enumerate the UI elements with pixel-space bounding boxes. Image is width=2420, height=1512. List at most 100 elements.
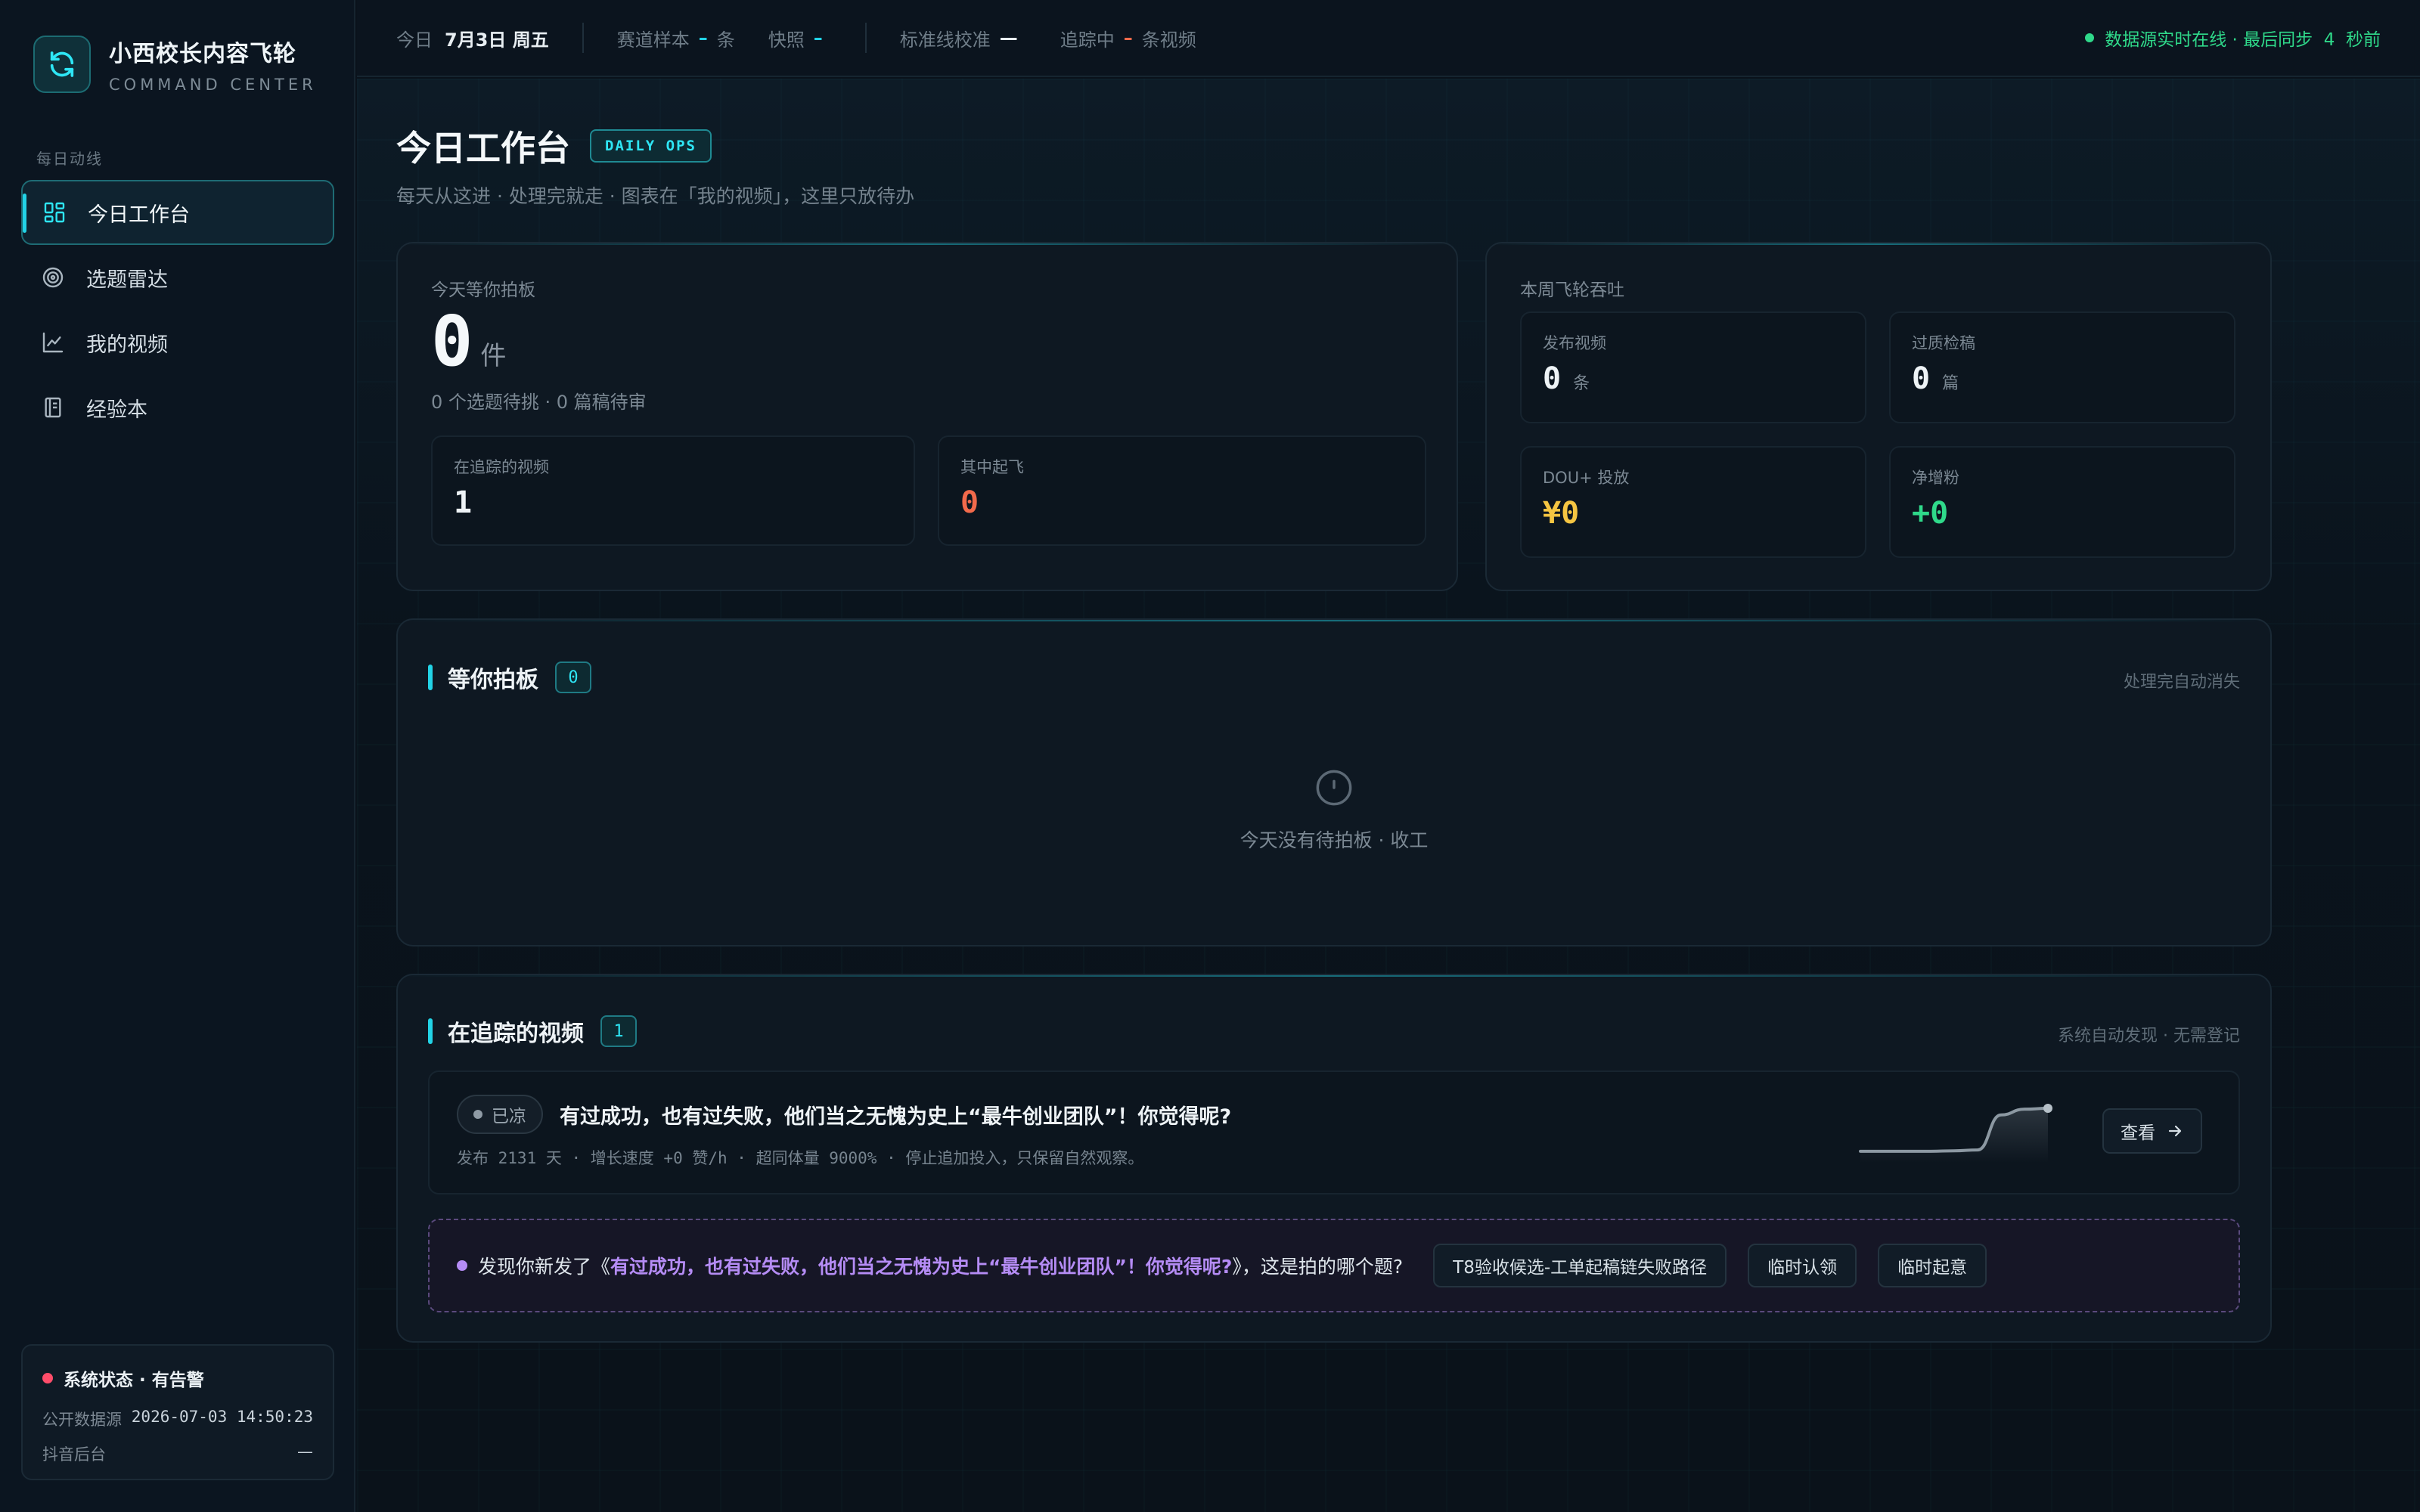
- system-status-card[interactable]: 系统状态 · 有告警 公开数据源 2026-07-03 14:50:23 抖音后…: [21, 1344, 334, 1480]
- net-fans-stat[interactable]: 净增粉 +0: [1889, 446, 2235, 558]
- topbar: 今日 7月3日 周五 赛道样本 – 条 快照 – 标准线校准 — 追踪中 – 条…: [357, 0, 2420, 77]
- snapshot-label: 快照: [768, 29, 805, 51]
- dashboard-icon: [44, 202, 65, 223]
- section-title: 等你拍板: [448, 667, 538, 693]
- option-label: 临时起意: [1897, 1258, 1968, 1278]
- today-decisions-label: 今天等你拍板: [431, 280, 535, 300]
- stat-number: 0: [1912, 361, 1931, 396]
- brand[interactable]: 小西校长内容飞轮 COMMAND CENTER: [33, 35, 317, 94]
- today-decisions-card: 今天等你拍板 0 件 0 个选题待挑 · 0 篇稿待审 在追踪的视频 1 其中起…: [396, 242, 1458, 591]
- discovery-text: 发现你新发了《有过成功，也有过失败，他们当之无愧为史上“最牛创业团队”！你觉得呢…: [478, 1252, 1403, 1279]
- count-badge: 0: [555, 662, 591, 693]
- status-row: 公开数据源 2026-07-03 14:50:23: [42, 1408, 313, 1430]
- brand-title: 小西校长内容飞轮: [109, 41, 296, 67]
- tracking-videos-stat[interactable]: 在追踪的视频 1: [431, 435, 915, 546]
- stat-value: 0: [960, 485, 979, 520]
- section-hint: 处理完自动消失: [2123, 673, 2240, 692]
- system-status-title: 系统状态 · 有告警: [64, 1371, 204, 1390]
- refresh-logo-icon: [33, 36, 91, 93]
- today-label: 今日: [396, 29, 433, 51]
- sidebar-item-dashboard[interactable]: 今日工作台: [21, 180, 334, 245]
- sidebar-item-label: 我的视频: [86, 333, 168, 357]
- video-title-line: 已凉 有过成功，也有过失败，他们当之无愧为史上“最牛创业团队”！你觉得呢?: [457, 1095, 1231, 1134]
- sidebar-item-my-videos[interactable]: 我的视频: [21, 310, 334, 375]
- brand-subtitle: COMMAND CENTER: [109, 76, 317, 94]
- page-header: 今日工作台 DAILY OPS: [396, 121, 712, 171]
- weekly-throughput-label: 本周飞轮吞吐: [1520, 280, 1624, 300]
- video-title: 有过成功，也有过失败，他们当之无愧为史上“最牛创业团队”！你觉得呢?: [560, 1105, 1232, 1129]
- topic-option-button[interactable]: T8验收候选-工单起稿链失败路径: [1433, 1244, 1727, 1287]
- count-badge: 1: [600, 1015, 637, 1047]
- sync-status: 数据源实时在线 · 最后同步 4 秒前: [2085, 25, 2381, 51]
- option-label: 临时认领: [1767, 1258, 1838, 1278]
- stat-value: 0篇: [1912, 361, 1959, 396]
- published-videos-stat[interactable]: 发布视频 0条: [1520, 311, 1866, 423]
- baseline-value: —: [999, 27, 1018, 48]
- radar-icon: [42, 267, 64, 288]
- stat-value: 1: [454, 485, 473, 520]
- stat-value: +0: [1912, 496, 1949, 531]
- section-hint: 系统自动发现 · 无需登记: [2058, 1027, 2240, 1046]
- sidebar-item-label: 选题雷达: [86, 268, 168, 292]
- accent-bar: [428, 665, 433, 690]
- section-header: 在追踪的视频 1: [428, 1015, 637, 1048]
- track-samples-value: –: [698, 27, 708, 48]
- view-video-button[interactable]: 查看: [2102, 1108, 2202, 1154]
- stat-label: 过质检稿: [1912, 334, 1975, 352]
- today-value: 7月3日 周五: [445, 29, 549, 51]
- stat-unit: 条: [1573, 374, 1590, 393]
- status-badge: 已凉: [457, 1095, 543, 1134]
- sidebar-item-notebook[interactable]: 经验本: [21, 375, 334, 440]
- sidebar-item-radar[interactable]: 选题雷达: [21, 245, 334, 310]
- divider: [582, 23, 584, 53]
- track-samples-unit: 条: [716, 29, 735, 51]
- notebook-icon: [45, 397, 61, 418]
- stat-label: 净增粉: [1912, 469, 1959, 487]
- video-meta: 发布 2131 天 · 增长速度 +0 赞/h · 超同体量 9000% · 停…: [457, 1149, 1144, 1167]
- stat-label: DOU+ 投放: [1543, 469, 1630, 487]
- accent-bar: [428, 1018, 433, 1044]
- alert-dot-icon: [42, 1373, 53, 1383]
- status-row-value: 2026-07-03 14:50:23: [131, 1408, 313, 1426]
- sparkline-area: [1860, 1108, 2048, 1163]
- page-title: 今日工作台: [396, 128, 570, 169]
- discovery-suffix: 》，这是拍的哪个题?: [1232, 1256, 1404, 1278]
- dou-spend-stat[interactable]: DOU+ 投放 ¥0: [1520, 446, 1866, 558]
- topic-discovery-prompt: 发现你新发了《有过成功，也有过失败，他们当之无愧为史上“最牛创业团队”！你觉得呢…: [428, 1219, 2240, 1312]
- snapshot-value: –: [813, 27, 823, 48]
- section-title: 在追踪的视频: [448, 1021, 584, 1047]
- empty-state: 今天没有待拍板 · 收工: [398, 768, 2270, 853]
- arrow-right-icon: [2168, 1125, 2182, 1137]
- pending-detail: 0 个选题待挑 · 0 篇稿待审: [431, 392, 647, 413]
- tracking-value: –: [1123, 27, 1133, 48]
- pending-unit: 件: [480, 341, 507, 371]
- discovery-video-title[interactable]: 有过成功，也有过失败，他们当之无愧为史上“最牛创业团队”！你觉得呢?: [610, 1256, 1232, 1278]
- sparkline-end-dot: [2043, 1104, 2052, 1113]
- tracked-video-row[interactable]: 已凉 有过成功，也有过失败，他们当之无愧为史上“最牛创业团队”！你觉得呢? 发布…: [428, 1070, 2240, 1194]
- stat-unit: 篇: [1942, 374, 1959, 393]
- daily-ops-tag: DAILY OPS: [590, 129, 712, 163]
- status-row: 抖音后台 —: [42, 1442, 313, 1465]
- option-label: T8验收候选-工单起稿链失败路径: [1453, 1258, 1708, 1278]
- takeoff-videos-stat[interactable]: 其中起飞 0: [938, 435, 1426, 546]
- cold-dot-icon: [473, 1110, 482, 1119]
- pending-count: 0: [431, 301, 473, 382]
- view-button-label: 查看: [2121, 1123, 2155, 1143]
- stat-label: 在追踪的视频: [454, 458, 549, 476]
- sidebar-item-label: 今日工作台: [88, 203, 190, 227]
- trend-sparkline: [1859, 1104, 2052, 1163]
- empty-state-text: 今天没有待拍板 · 收工: [1239, 829, 1429, 851]
- qc-passed-stat[interactable]: 过质检稿 0篇: [1889, 311, 2235, 423]
- temporary-claim-button[interactable]: 临时认领: [1748, 1244, 1857, 1287]
- weekly-throughput-card: 本周飞轮吞吐 发布视频 0条 过质检稿 0篇 DOU+ 投放 ¥0 净增粉 +0: [1485, 242, 2272, 591]
- today-decisions-count: 0 件: [431, 307, 506, 376]
- sidebar: 小西校长内容飞轮 COMMAND CENTER 每日动线 今日工作台 选题雷达 …: [0, 0, 355, 1512]
- chart-line-icon: [42, 332, 64, 353]
- pending-decisions-section: 等你拍板 0 处理完自动消失 今天没有待拍板 · 收工: [396, 618, 2272, 947]
- status-row-label: 抖音后台: [42, 1445, 106, 1464]
- track-samples-label: 赛道样本: [616, 29, 690, 51]
- impromptu-button[interactable]: 临时起意: [1878, 1244, 1987, 1287]
- info-circle-icon: [1316, 770, 1352, 806]
- today-indicator: 今日 7月3日 周五: [396, 25, 549, 51]
- status-row-value: —: [297, 1442, 313, 1461]
